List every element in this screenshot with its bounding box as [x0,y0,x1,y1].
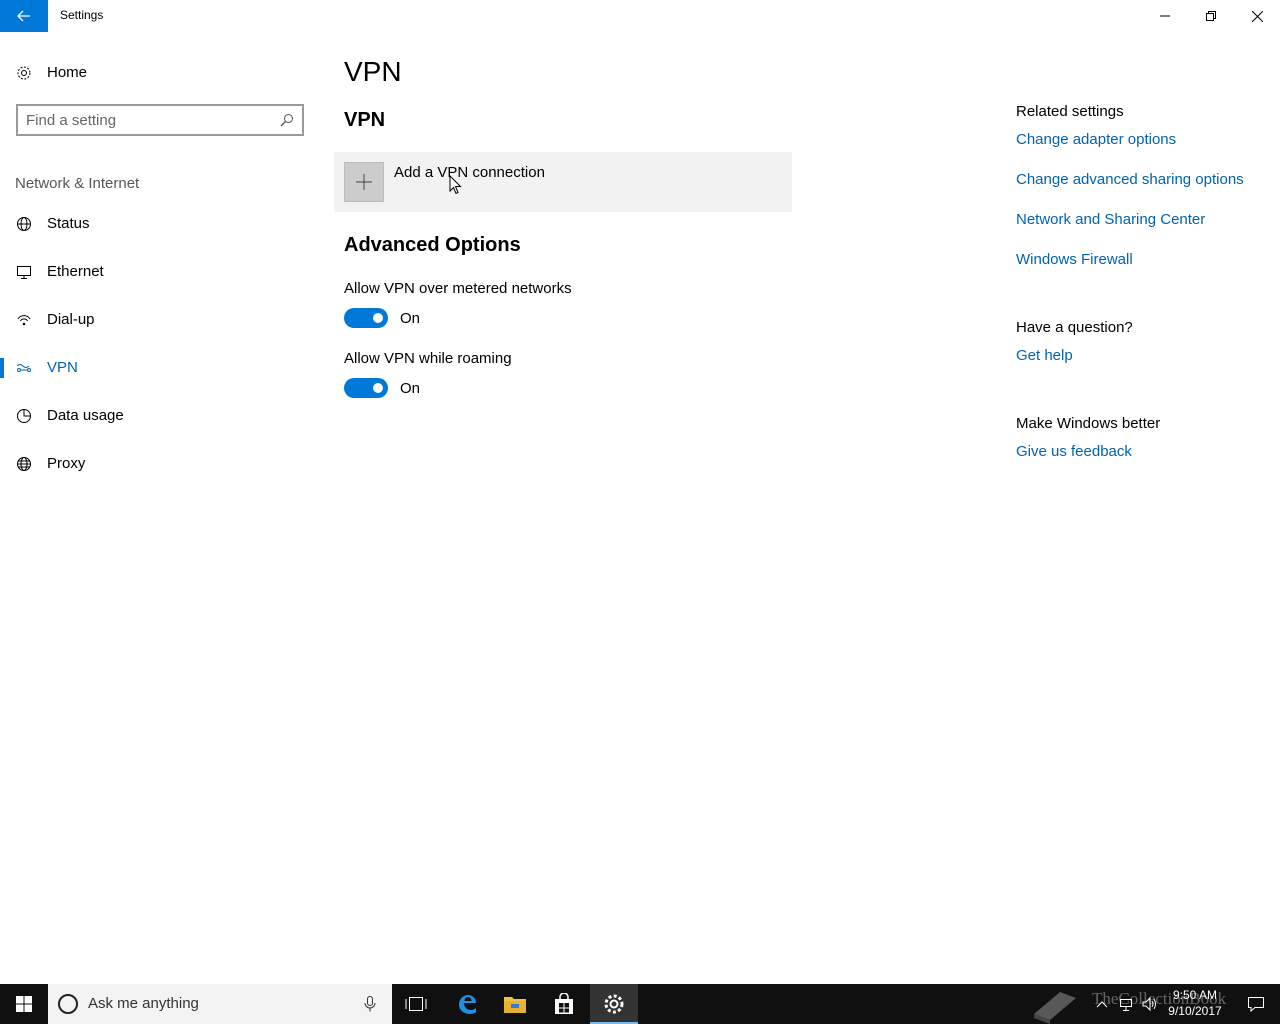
volume-tray-button[interactable] [1138,984,1162,1024]
sidebar-item-label: Dial-up [47,311,95,328]
network-tray-icon [1120,999,1132,1011]
title-bar: Settings [0,0,1280,32]
make-windows-better-heading: Make Windows better [1016,415,1161,432]
sidebar-item-label: Data usage [47,407,124,424]
gear-icon [604,994,624,1014]
taskbar: Ask me anything TheCollectionBook 9:50 A… [0,984,1280,1024]
related-settings-heading: Related settings [1016,103,1124,120]
globe-network-icon [17,217,31,231]
minimize-button[interactable] [1142,0,1188,32]
clock-time: 9:50 AM [1172,988,1218,1002]
close-button[interactable] [1234,0,1280,32]
plus-box [344,162,384,202]
task-view-button[interactable] [392,984,440,1024]
active-indicator [0,358,4,378]
back-arrow-icon [17,10,30,22]
sidebar-section-label: Network & Internet [15,175,140,192]
section-title: VPN [344,109,386,131]
back-button[interactable] [0,0,48,32]
toggle-knob [373,383,383,393]
microphone-icon[interactable] [364,996,376,1012]
start-button[interactable] [0,984,48,1024]
mouse-cursor-icon [449,175,462,195]
clock-date: 9/10/2017 [1168,1004,1222,1018]
store-taskbar-button[interactable] [540,984,588,1024]
roaming-toggle-state: On [400,380,421,397]
clock[interactable]: 9:50 AM 9/10/2017 [1160,987,1230,1019]
give-feedback-link[interactable]: Give us feedback [1016,443,1132,460]
minimize-icon [1160,15,1170,17]
search-box[interactable] [16,104,304,136]
add-vpn-label: Add a VPN connection [394,164,545,181]
page-title: VPN [344,56,402,87]
cortana-icon [58,994,78,1014]
windows-logo-icon [16,996,32,1012]
roaming-option-label: Allow VPN while roaming [344,350,512,367]
metered-toggle[interactable] [344,308,388,328]
advanced-options-title: Advanced Options [344,234,521,256]
speaker-icon [1142,996,1156,1012]
store-bag-icon [555,993,573,1014]
network-sharing-center-link[interactable]: Network and Sharing Center [1016,211,1205,228]
sidebar-home[interactable]: Home [0,60,320,88]
change-adapter-options-link[interactable]: Change adapter options [1016,131,1176,148]
network-tray-button[interactable] [1114,984,1138,1024]
change-advanced-sharing-link[interactable]: Change advanced sharing options [1016,171,1244,188]
search-icon[interactable] [280,113,294,127]
sidebar-item-status[interactable]: Status [0,204,320,244]
settings-taskbar-button[interactable] [590,984,638,1024]
sidebar-item-ethernet[interactable]: Ethernet [0,252,320,292]
sidebar-home-label: Home [47,64,88,81]
search-input[interactable] [26,111,276,129]
toggle-knob [373,313,383,323]
metered-toggle-state: On [400,310,421,327]
chevron-up-icon [1096,1001,1108,1008]
question-heading: Have a question? [1016,319,1133,336]
edge-icon [459,995,476,1014]
plus-icon [356,174,372,190]
sidebar-item-label: VPN [47,359,78,376]
sidebar: Home Network & Internet Status Ethernet … [0,32,320,984]
vpn-icon [16,364,31,372]
folder-icon [504,997,526,1013]
metered-option-label: Allow VPN over metered networks [344,280,572,297]
restore-button[interactable] [1188,0,1234,32]
sidebar-item-dialup[interactable]: Dial-up [0,300,320,340]
sidebar-item-label: Status [47,215,90,232]
file-explorer-taskbar-button[interactable] [491,984,539,1024]
show-hidden-icons-button[interactable] [1090,984,1114,1024]
notification-icon [1248,997,1264,1012]
sidebar-item-data-usage[interactable]: Data usage [0,396,320,436]
add-vpn-connection-button[interactable]: Add a VPN connection [334,152,792,212]
data-usage-icon [17,409,31,423]
sidebar-item-proxy[interactable]: Proxy [0,444,320,484]
sidebar-item-vpn[interactable]: VPN [0,348,320,388]
globe-icon [17,457,31,471]
ethernet-icon [17,266,31,279]
sidebar-item-label: Ethernet [47,263,104,280]
book-logo-icon [1034,992,1076,1024]
roaming-toggle[interactable] [344,378,388,398]
window-title: Settings [60,8,104,22]
windows-firewall-link[interactable]: Windows Firewall [1016,251,1133,268]
gear-icon [17,66,31,80]
get-help-link[interactable]: Get help [1016,347,1073,364]
restore-icon [1206,11,1216,21]
cortana-search-text: Ask me anything [88,995,199,1012]
task-view-icon [405,997,427,1011]
dialup-icon [17,315,31,326]
close-icon [1251,10,1263,22]
sidebar-item-label: Proxy [47,455,86,472]
action-center-button[interactable] [1232,984,1280,1024]
edge-taskbar-button[interactable] [443,984,491,1024]
cortana-search-box[interactable]: Ask me anything [48,984,392,1024]
